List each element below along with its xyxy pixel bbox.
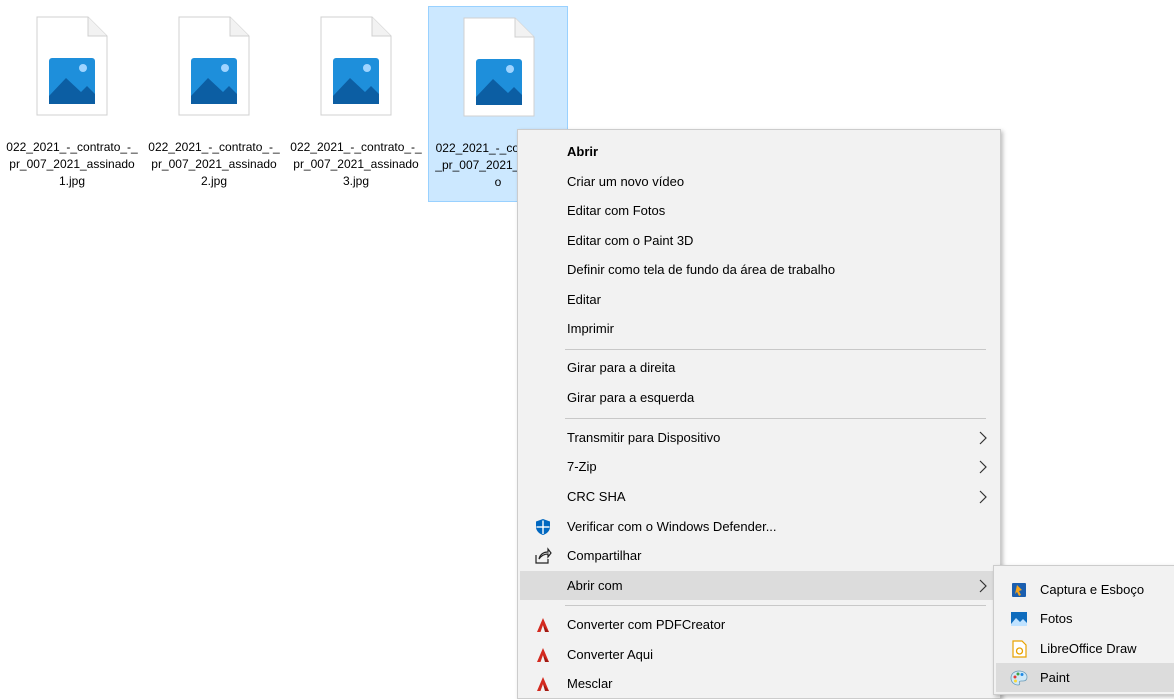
menu-separator [565,418,986,419]
share-icon [535,547,552,564]
menu-item-edit[interactable]: Editar [520,285,998,314]
chevron-right-icon [979,490,987,504]
pdfcreator-icon [537,677,549,691]
menu-item-edit-paint3d[interactable]: Editar com o Paint 3D [520,226,998,255]
menu-item-label: Girar para a direita [567,360,676,375]
menu-separator [565,605,986,606]
menu-item-label: Abrir [567,144,599,159]
menu-item-label: Editar com o Paint 3D [567,233,694,248]
image-file-icon [320,16,392,116]
file-item-2[interactable]: 022_2021_-_contrato_-_pr_007_2021_assina… [144,6,284,202]
paint-palette-icon [1010,670,1028,686]
menu-item-open[interactable]: Abrir [520,137,998,166]
chevron-right-icon [979,431,987,445]
menu-item-rotate-left[interactable]: Girar para a esquerda [520,383,998,412]
submenu-item-paint[interactable]: Paint [996,663,1174,692]
menu-item-label: Converter com PDFCreator [567,617,726,632]
menu-item-windows-defender[interactable]: Verificar com o Windows Defender... [520,512,998,541]
menu-item-crc-sha[interactable]: CRC SHA [520,482,998,511]
image-file-icon [463,17,535,117]
menu-item-rotate-right[interactable]: Girar para a direita [520,353,998,382]
menu-item-label: Editar [567,292,601,307]
image-file-icon [178,16,250,116]
menu-item-label: Definir como tela de fundo da área de tr… [567,262,836,277]
pdfcreator-icon [537,618,549,632]
menu-item-new-video[interactable]: Criar um novo vídeo [520,167,998,196]
menu-item-label: Transmitir para Dispositivo [567,430,721,445]
menu-item-label: Mesclar [567,676,613,691]
menu-item-label: CRC SHA [567,489,626,504]
menu-item-cast-to-device[interactable]: Transmitir para Dispositivo [520,423,998,452]
submenu-item-label: Fotos [1040,611,1073,626]
file-name: 022_2021_-_contrato_-_pr_007_2021_assina… [6,140,138,188]
menu-item-share[interactable]: Compartilhar [520,541,998,570]
file-name: 022_2021_-_contrato_-_pr_007_2021_assina… [290,140,422,188]
submenu-item-label: Paint [1040,670,1070,685]
menu-item-open-with[interactable]: Abrir com [520,571,998,600]
file-item-1[interactable]: 022_2021_-_contrato_-_pr_007_2021_assina… [2,6,142,202]
menu-item-label: Converter Aqui [567,647,653,662]
menu-item-convert-here[interactable]: Converter Aqui [520,640,998,669]
menu-item-label: Compartilhar [567,548,642,563]
menu-item-label: Abrir com [567,578,623,593]
menu-item-edit-photos[interactable]: Editar com Fotos [520,196,998,225]
file-item-3[interactable]: 022_2021_-_contrato_-_pr_007_2021_assina… [286,6,426,202]
submenu-item-libreoffice-draw[interactable]: LibreOffice Draw [996,634,1174,663]
snip-sketch-icon [1012,583,1026,597]
menu-separator [565,349,986,350]
menu-item-label: Verificar com o Windows Defender... [567,519,777,534]
submenu-item-snip-sketch[interactable]: Captura e Esboço [996,575,1174,604]
submenu-item-label: Captura e Esboço [1040,582,1145,597]
menu-item-convert-pdfcreator[interactable]: Converter com PDFCreator [520,610,998,639]
image-file-icon [36,16,108,116]
windows-defender-shield-icon [536,519,550,535]
menu-item-label: Criar um novo vídeo [567,174,685,189]
context-menu: Abrir Criar um novo vídeo Editar com Fot… [517,129,1001,699]
pdfcreator-icon [537,648,549,662]
chevron-right-icon [979,579,987,593]
menu-item-print[interactable]: Imprimir [520,314,998,343]
menu-item-label: 7-Zip [567,459,597,474]
submenu-item-photos[interactable]: Fotos [996,604,1174,633]
open-with-submenu: Captura e Esboço Fotos LibreOffice Draw … [993,565,1174,695]
menu-item-label: Imprimir [567,321,614,336]
menu-item-label: Girar para a esquerda [567,390,695,405]
menu-item-7zip[interactable]: 7-Zip [520,452,998,481]
menu-item-merge[interactable]: Mesclar [520,669,998,698]
chevron-right-icon [979,460,987,474]
submenu-item-label: LibreOffice Draw [1040,641,1137,656]
menu-item-set-wallpaper[interactable]: Definir como tela de fundo da área de tr… [520,255,998,284]
menu-item-label: Editar com Fotos [567,203,666,218]
photos-app-icon [1011,612,1027,626]
libreoffice-draw-icon [1012,640,1027,658]
file-name: 022_2021_-_contrato_-_pr_007_2021_assina… [148,140,280,188]
